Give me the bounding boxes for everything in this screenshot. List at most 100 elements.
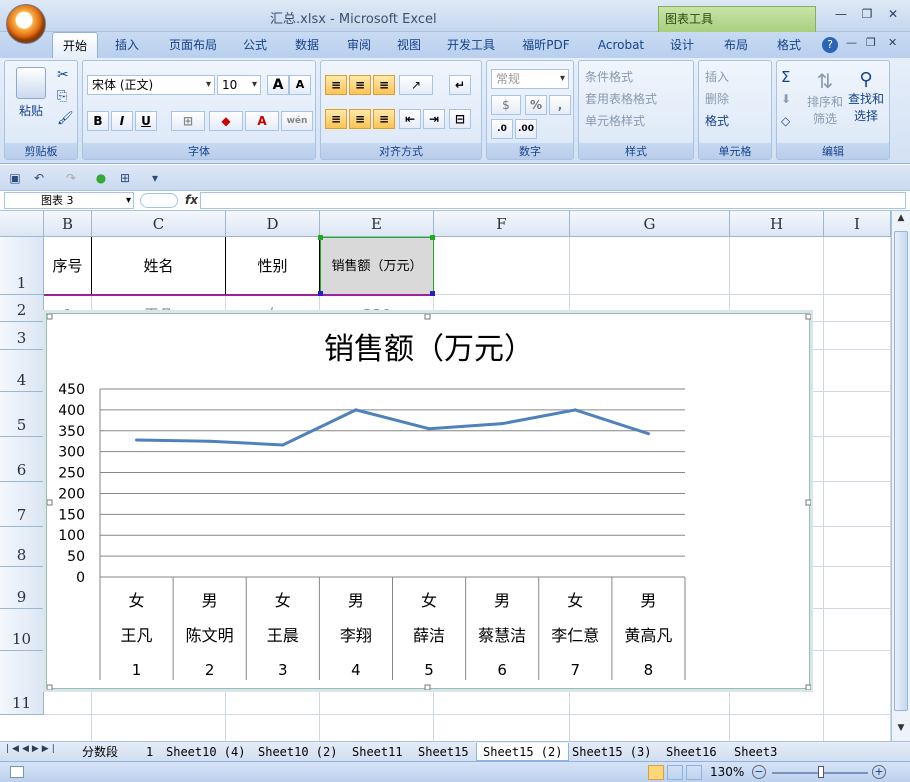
format-cells-button[interactable]: 格式 bbox=[705, 111, 729, 131]
sheet-tab-2[interactable]: Sheet10 (4) bbox=[160, 743, 251, 761]
row-header-8[interactable]: 8 bbox=[0, 527, 44, 567]
cell-style-button[interactable]: 单元格样式 bbox=[585, 111, 645, 131]
tab-8[interactable]: 福昕PDF bbox=[510, 32, 582, 58]
ribbon-minimize-button[interactable]: — bbox=[846, 36, 857, 49]
sheet-tab-4[interactable]: Sheet11 bbox=[346, 743, 409, 761]
column-header-B[interactable]: B bbox=[44, 211, 92, 237]
formula-input[interactable] bbox=[200, 192, 906, 209]
row-header-11[interactable]: 11 bbox=[0, 651, 44, 715]
italic-button[interactable]: I bbox=[111, 111, 133, 131]
minimize-button[interactable]: — bbox=[828, 4, 854, 24]
vertical-scrollbar[interactable]: ▲ ▼ bbox=[891, 211, 910, 741]
cell-C1[interactable]: 姓名 bbox=[92, 237, 226, 295]
fill-color-button[interactable]: ◆ bbox=[209, 111, 243, 131]
cut-icon[interactable]: ✂ bbox=[57, 67, 69, 83]
copy-icon[interactable]: ⎘ bbox=[57, 89, 67, 104]
scroll-down-icon[interactable]: ▼ bbox=[894, 723, 908, 737]
sheet-tab-7[interactable]: Sheet15 (3) bbox=[566, 743, 657, 761]
comma-button[interactable]: , bbox=[549, 95, 571, 115]
help-icon[interactable]: ? bbox=[822, 37, 838, 53]
undo-icon[interactable]: ↶ bbox=[30, 169, 48, 187]
font-name-combo[interactable]: 宋体 (正文) bbox=[87, 75, 215, 95]
tab-0[interactable]: 开始 bbox=[52, 32, 98, 58]
sales-data-point[interactable] bbox=[281, 443, 285, 447]
row-header-9[interactable]: 9 bbox=[0, 567, 44, 609]
tab-4[interactable]: 数据 bbox=[284, 32, 330, 58]
selection-handle[interactable] bbox=[430, 291, 435, 296]
sales-data-point[interactable] bbox=[573, 408, 577, 412]
page-layout-view-icon[interactable] bbox=[667, 765, 683, 780]
chart-resize-handle[interactable] bbox=[46, 313, 53, 320]
underline-button[interactable]: U bbox=[135, 111, 157, 131]
delete-cells-button[interactable]: 删除 bbox=[705, 89, 729, 109]
chart-resize-handle[interactable] bbox=[424, 313, 431, 320]
sales-chart[interactable]: 销售额（万元） 0 50 100 150 200 250 300 350 400 450 女王凡 1 男陈… bbox=[46, 313, 812, 691]
macro-record-icon[interactable] bbox=[10, 766, 24, 778]
percent-button[interactable]: % bbox=[525, 95, 547, 115]
align-right-button[interactable]: ≡ bbox=[373, 109, 395, 129]
ribbon-restore-button[interactable]: ❐ bbox=[866, 36, 876, 49]
font-size-combo[interactable]: 10 bbox=[217, 75, 261, 95]
wrap-text-button[interactable]: ↵ bbox=[449, 75, 471, 95]
font-color-button[interactable]: A bbox=[245, 111, 279, 131]
close-button[interactable]: ✕ bbox=[880, 4, 906, 24]
autosum-button[interactable]: Σ bbox=[781, 67, 790, 87]
grow-font-button[interactable]: A bbox=[267, 75, 289, 95]
insert-function-icon[interactable]: fx bbox=[185, 193, 198, 207]
maximize-button[interactable]: ❐ bbox=[854, 4, 880, 24]
sales-data-point[interactable] bbox=[354, 408, 358, 412]
row-header-7[interactable]: 7 bbox=[0, 482, 44, 527]
column-header-F[interactable]: F bbox=[434, 211, 570, 237]
row-header-4[interactable]: 4 bbox=[0, 350, 44, 392]
tab-6[interactable]: 视图 bbox=[388, 32, 430, 58]
tab-3[interactable]: 公式 bbox=[234, 32, 276, 58]
row-header-10[interactable]: 10 bbox=[0, 609, 44, 651]
column-header-C[interactable]: C bbox=[92, 211, 226, 237]
tab-11[interactable]: 布局 bbox=[714, 32, 758, 58]
column-header-E[interactable]: E bbox=[320, 211, 434, 237]
merge-center-button[interactable]: ⊟ bbox=[449, 109, 471, 129]
tab-10[interactable]: 设计 bbox=[662, 32, 702, 58]
page-break-view-icon[interactable] bbox=[686, 765, 702, 780]
bold-button[interactable]: B bbox=[87, 111, 109, 131]
selection-handle[interactable] bbox=[430, 235, 435, 240]
tab-1[interactable]: 插入 bbox=[104, 32, 150, 58]
zoom-in-icon[interactable]: + bbox=[872, 765, 886, 779]
select-all-corner[interactable] bbox=[0, 211, 44, 237]
chart-resize-handle[interactable] bbox=[424, 684, 431, 691]
column-header-I[interactable]: I bbox=[824, 211, 891, 237]
name-box[interactable]: 图表 3 bbox=[4, 192, 134, 209]
tab-7[interactable]: 开发工具 bbox=[438, 32, 504, 58]
decrease-decimal-button[interactable]: .00 bbox=[515, 119, 537, 139]
decrease-indent-button[interactable]: ⇤ bbox=[399, 109, 421, 129]
scroll-thumb[interactable] bbox=[894, 231, 908, 711]
row-header-6[interactable]: 6 bbox=[0, 437, 44, 482]
office-button[interactable] bbox=[6, 4, 46, 44]
column-header-D[interactable]: D bbox=[226, 211, 320, 237]
scroll-up-icon[interactable]: ▲ bbox=[894, 213, 908, 227]
tab-9[interactable]: Acrobat bbox=[588, 32, 654, 58]
zoom-level[interactable]: 130% bbox=[710, 765, 744, 779]
workbook-close-button[interactable]: ✕ bbox=[888, 36, 897, 49]
row-header-3[interactable]: 3 bbox=[0, 322, 44, 350]
chart-resize-handle[interactable] bbox=[46, 684, 53, 691]
format-painter-icon[interactable]: 🖌 bbox=[57, 111, 74, 126]
sales-data-point[interactable] bbox=[646, 432, 650, 436]
tab-2[interactable]: 页面布局 bbox=[160, 32, 226, 58]
increase-decimal-button[interactable]: .0 bbox=[491, 119, 513, 139]
sales-data-point[interactable] bbox=[500, 422, 504, 426]
sheet-tab-6[interactable]: Sheet15 (2) bbox=[476, 743, 570, 761]
sheet-nav-icons[interactable]: |◀◀▶▶| bbox=[6, 744, 58, 754]
orientation-button[interactable]: ↗ bbox=[399, 75, 433, 95]
fill-button[interactable]: ⬇ bbox=[781, 89, 791, 109]
paste-button[interactable]: 粘贴 bbox=[11, 67, 51, 119]
sheet-tab-8[interactable]: Sheet16 bbox=[660, 743, 723, 761]
sheet-tab-1[interactable]: 1 bbox=[140, 743, 159, 761]
table-format-button[interactable]: 套用表格格式 bbox=[585, 89, 657, 109]
sheet-tab-0[interactable]: 分数段 bbox=[76, 743, 124, 761]
cell-D1[interactable]: 性别 bbox=[226, 237, 320, 295]
selection-handle[interactable] bbox=[318, 235, 323, 240]
row-header-2[interactable]: 2 bbox=[0, 295, 44, 322]
increase-indent-button[interactable]: ⇥ bbox=[423, 109, 445, 129]
column-header-H[interactable]: H bbox=[730, 211, 824, 237]
